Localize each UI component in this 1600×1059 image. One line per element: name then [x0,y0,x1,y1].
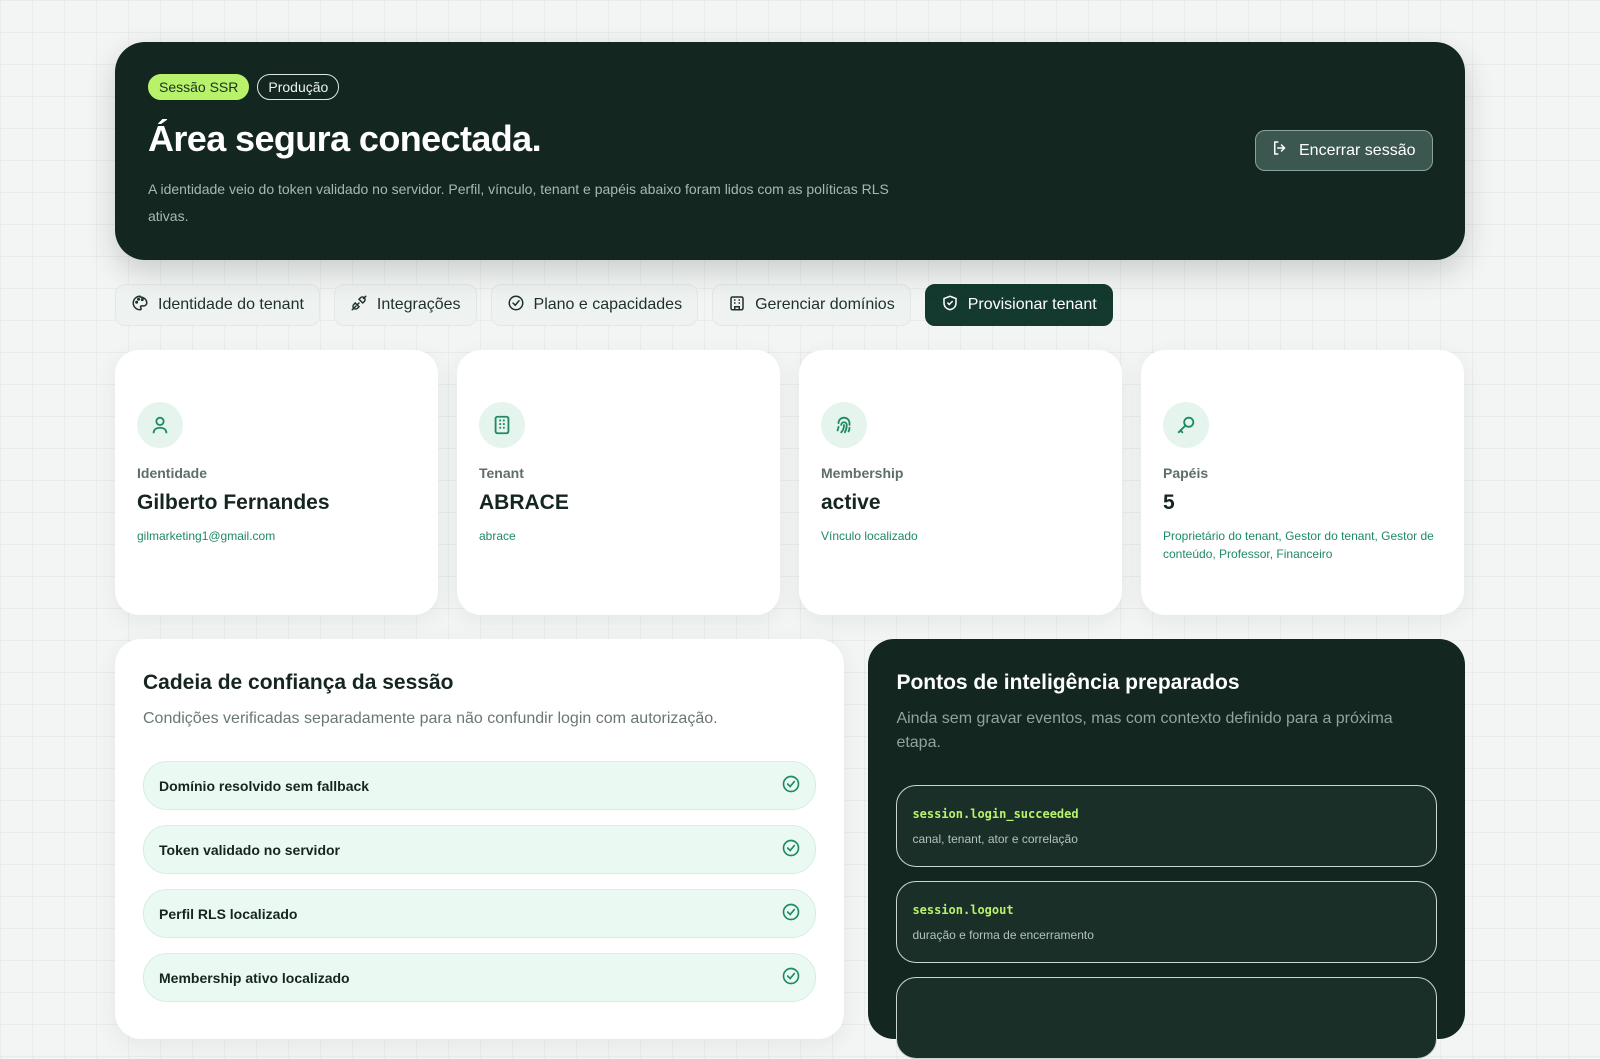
event-list: session.login_succeeded canal, tenant, a… [896,785,1437,1059]
check-circle-icon [781,902,801,925]
panel-title: Cadeia de confiança da sessão [143,671,454,694]
card-subtext: Proprietário do tenant, Gestor do tenant… [1163,529,1434,561]
tab-provisionar-tenant[interactable]: Provisionar tenant [924,284,1113,326]
session-hero: Sessão SSR Produção Área segura conectad… [115,42,1465,260]
card-value: Gilberto Fernandes [137,491,330,514]
check-label: Domínio resolvido sem fallback [159,777,370,794]
logout-label: Encerrar sessão [1299,141,1416,159]
session-badge: Sessão SSR [148,74,250,100]
tab-integracoes[interactable]: Integrações [333,284,477,326]
roles-card: Papéis 5 Proprietário do tenant, Gestor … [1141,350,1464,615]
card-subtext: gilmarketing1@gmail.com [137,529,276,543]
card-value: ABRACE [479,491,569,514]
membership-card: Membership active Vínculo localizado [799,350,1122,615]
shield-check-icon [941,294,959,317]
panel-description: Condições verificadas separadamente para… [143,710,718,727]
fingerprint-icon [821,402,867,448]
check-circle-icon [781,966,801,989]
tenant-card: Tenant ABRACE abrace [457,350,780,615]
tab-label: Integrações [376,296,461,313]
card-label: Papéis [1163,465,1209,481]
plug-icon [350,294,368,317]
environment-badge: Produção [257,74,340,100]
card-label: Tenant [479,465,524,481]
card-label: Identidade [137,465,208,481]
check-label: Membership ativo localizado [159,969,350,986]
tab-identidade-do-tenant[interactable]: Identidade do tenant [115,284,320,326]
bottom-panels: Cadeia de confiança da sessão Condições … [115,639,1465,1059]
check-label: Token validado no servidor [159,841,341,858]
building-icon [479,402,525,448]
tab-label: Provisionar tenant [967,296,1097,313]
building-icon [728,294,746,317]
logout-button[interactable]: Encerrar sessão [1255,130,1433,171]
tab-label: Gerenciar domínios [755,296,895,313]
event-description: duração e forma de encerramento [912,928,1094,942]
card-subtext: Vínculo localizado [821,529,918,543]
tab-gerenciar-dominios[interactable]: Gerenciar domínios [712,284,911,326]
list-item: session.logout duração e forma de encerr… [896,881,1437,963]
panel-description: Ainda sem gravar eventos, mas com contex… [896,710,1393,751]
list-item: Perfil RLS localizado [143,889,817,938]
check-circle-icon [781,838,801,861]
page-title: Área segura conectada. [148,118,542,159]
event-code: session.login_succeeded [912,807,1079,821]
intelligence-panel: Pontos de inteligência preparados Ainda … [868,639,1465,1059]
list-item: Token validado no servidor [143,825,817,874]
list-item [896,977,1437,1059]
card-value: active [821,491,881,514]
card-subtext: abrace [479,529,516,543]
session-summary-cards: Identidade Gilberto Fernandes gilmarketi… [115,350,1465,615]
check-circle-icon [781,774,801,797]
hero-description: A identidade veio do token validado no s… [148,181,889,224]
event-code: session.logout [912,903,1014,917]
logout-icon [1271,139,1289,162]
palette-icon [131,294,149,317]
check-label: Perfil RLS localizado [159,905,298,922]
tab-plano-e-capacidades[interactable]: Plano e capacidades [490,284,699,326]
check-circle-icon [507,294,525,317]
badge-row: Sessão SSR Produção [148,74,1432,100]
key-icon [1163,402,1209,448]
user-icon [137,402,183,448]
panel-title: Pontos de inteligência preparados [896,671,1240,694]
card-value: 5 [1163,491,1175,514]
trust-chain-panel: Cadeia de confiança da sessão Condições … [115,639,845,1039]
list-item: Domínio resolvido sem fallback [143,761,817,810]
list-item: session.login_succeeded canal, tenant, a… [896,785,1437,867]
tab-label: Plano e capacidades [533,296,683,313]
tenant-tabs: Identidade do tenant Integrações Plano e… [115,284,1465,326]
event-description: canal, tenant, ator e correlação [912,832,1078,846]
identity-card: Identidade Gilberto Fernandes gilmarketi… [115,350,438,615]
card-label: Membership [821,465,904,481]
list-item: Membership ativo localizado [143,953,817,1002]
tab-label: Identidade do tenant [158,296,304,313]
trust-check-list: Domínio resolvido sem fallback Token val… [143,761,817,1002]
